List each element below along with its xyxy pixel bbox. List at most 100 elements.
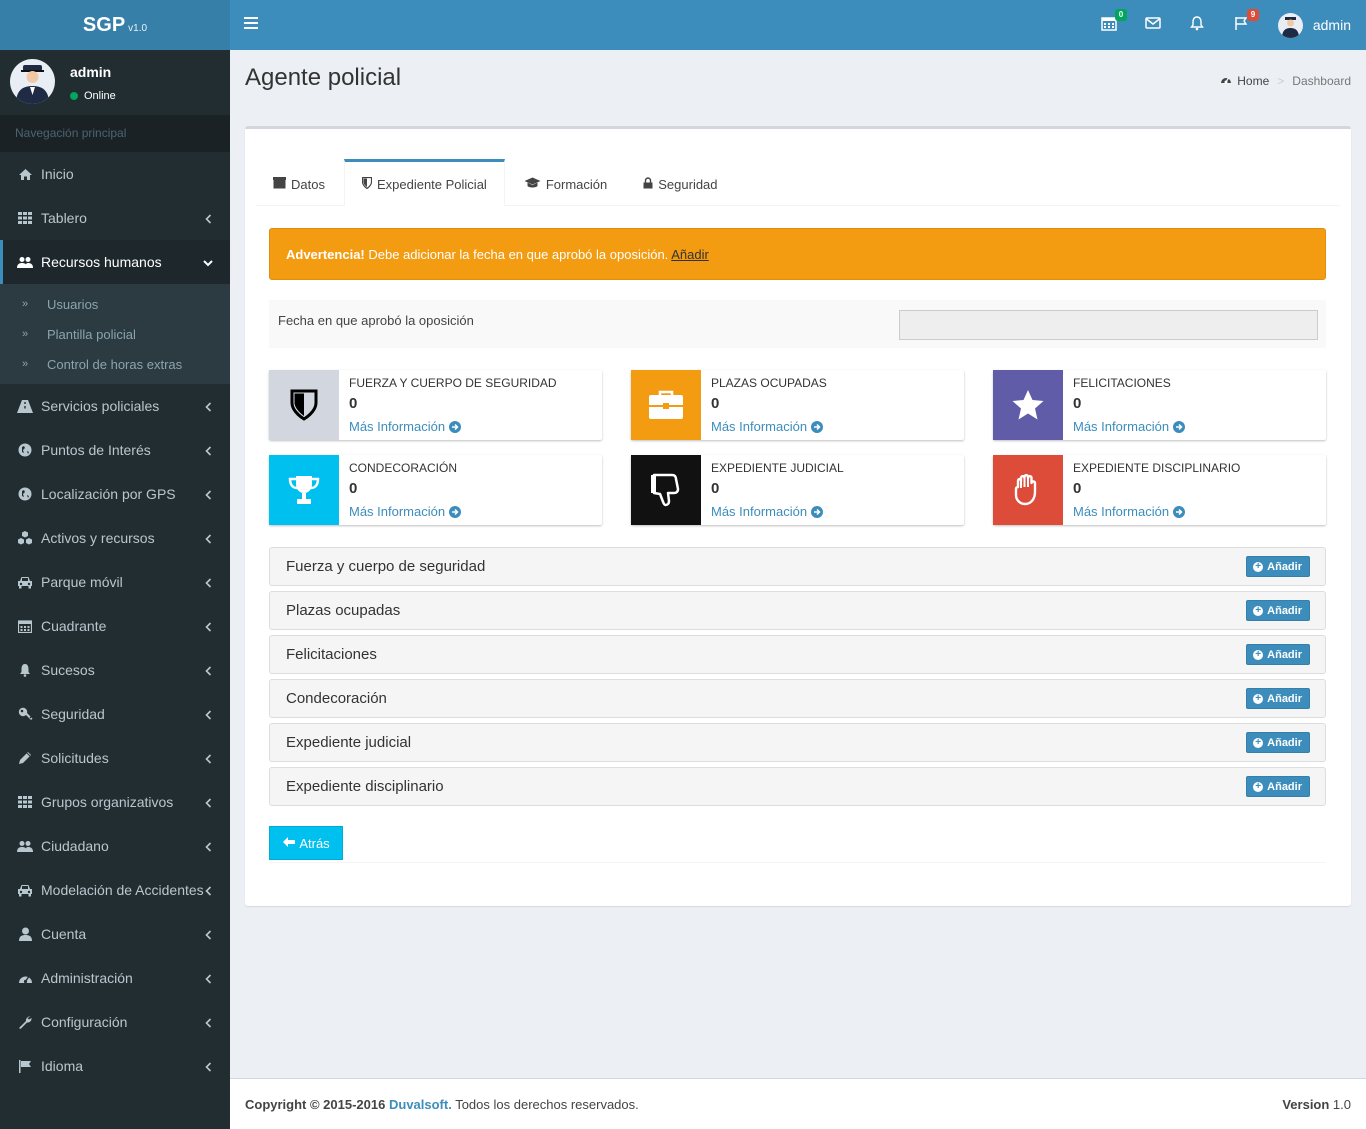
bell-icon[interactable] xyxy=(1189,15,1209,35)
info-box-title: EXPEDIENTE JUDICIAL xyxy=(711,461,844,475)
panel-fuerza-y-cuerpo-de-seguridad[interactable]: Fuerza y cuerpo de seguridad + Añadir xyxy=(269,547,1326,586)
tab-label: Seguridad xyxy=(658,176,718,192)
add-button-label: Añadir xyxy=(1267,780,1302,793)
sidebar-toggle-icon[interactable] xyxy=(244,17,258,33)
id-card-icon xyxy=(273,176,286,192)
company-link[interactable]: Duvalsoft. xyxy=(389,1097,452,1112)
more-info-link[interactable]: Más Información xyxy=(711,504,824,519)
more-info-link[interactable]: Más Información xyxy=(349,504,462,519)
tab-label: Expediente Policial xyxy=(376,176,487,192)
road-icon xyxy=(17,399,33,413)
calendar-icon[interactable]: 0 xyxy=(1101,9,1127,35)
sidebar-item-localizacion-por-gps[interactable]: Localización por GPS xyxy=(0,472,230,516)
users-icon xyxy=(17,255,33,269)
sidebar-item-label: Cuadrante xyxy=(41,618,107,634)
add-button[interactable]: + Añadir xyxy=(1246,776,1310,797)
sidebar-item-seguridad[interactable]: Seguridad xyxy=(0,692,230,736)
plus-circle-icon: + xyxy=(1253,561,1264,572)
sidebar-item-parque-movil[interactable]: Parque móvil xyxy=(0,560,230,604)
sidebar-item-idioma[interactable]: Idioma xyxy=(0,1044,230,1088)
submenu-item-control-de-horas-extras[interactable]: » Control de horas extras xyxy=(0,349,230,379)
app-logo[interactable]: SGP v1.0 xyxy=(0,0,230,50)
arrow-circle-right-icon xyxy=(811,420,824,433)
add-button[interactable]: + Añadir xyxy=(1246,688,1310,709)
sidebar-item-ciudadano[interactable]: Ciudadano xyxy=(0,824,230,868)
sidebar-item-tablero[interactable]: Tablero xyxy=(0,196,230,240)
sidebar-item-servicios-policiales[interactable]: Servicios policiales xyxy=(0,384,230,428)
arrow-circle-right-icon xyxy=(1173,420,1186,433)
more-info-link[interactable]: Más Información xyxy=(1073,419,1186,434)
info-box-title: EXPEDIENTE DISCIPLINARIO xyxy=(1073,461,1241,475)
footer-version: Version 1.0 xyxy=(1282,1097,1351,1112)
chevron-left-icon xyxy=(205,1016,212,1028)
sidebar-item-solicitudes[interactable]: Solicitudes xyxy=(0,736,230,780)
more-info-link[interactable]: Más Información xyxy=(349,419,462,434)
back-button-label: Atrás xyxy=(299,835,330,851)
approval-date-row: Fecha en que aprobó la oposición xyxy=(269,300,1326,348)
add-button[interactable]: + Añadir xyxy=(1246,556,1310,577)
chevron-left-icon xyxy=(205,664,212,676)
panel-condecoracion[interactable]: Condecoración + Añadir xyxy=(269,679,1326,718)
info-box-title: FELICITACIONES xyxy=(1073,376,1171,390)
panel-felicitaciones[interactable]: Felicitaciones + Añadir xyxy=(269,635,1326,674)
more-info-link[interactable]: Más Información xyxy=(711,419,824,434)
more-info-label: Más Información xyxy=(349,504,446,519)
sidebar-item-inicio[interactable]: Inicio xyxy=(0,152,230,196)
flag-icon[interactable]: 9 xyxy=(1233,9,1259,35)
user-icon xyxy=(17,927,33,941)
tab-formacion[interactable]: Formación xyxy=(507,159,624,206)
sidebar-item-label: Ciudadano xyxy=(41,838,109,854)
info-box-title: FUERZA Y CUERPO DE SEGURIDAD xyxy=(349,376,557,390)
breadcrumb-separator: > xyxy=(1277,74,1285,88)
submenu-item-usuarios[interactable]: » Usuarios xyxy=(0,289,230,319)
envelope-icon[interactable] xyxy=(1145,15,1165,35)
tab-datos[interactable]: Datos xyxy=(256,159,342,206)
panel-expediente-disciplinario[interactable]: Expediente disciplinario + Añadir xyxy=(269,767,1326,806)
approval-date-field[interactable] xyxy=(899,310,1318,340)
add-button[interactable]: + Añadir xyxy=(1246,644,1310,665)
sidebar-item-administracion[interactable]: Administración xyxy=(0,956,230,1000)
home-icon xyxy=(17,167,33,181)
back-button[interactable]: Atrás xyxy=(269,826,343,860)
grid-icon xyxy=(17,795,33,809)
chevron-left-icon xyxy=(205,752,212,764)
tab-seguridad[interactable]: Seguridad xyxy=(626,159,734,206)
alert-text: Debe adicionar la fecha en que aprobó la… xyxy=(364,247,672,262)
avatar xyxy=(10,59,55,104)
breadcrumb-home[interactable]: Home xyxy=(1237,74,1269,88)
chevron-left-icon xyxy=(205,400,212,412)
user-menu[interactable]: admin xyxy=(1277,12,1351,38)
tab-expediente-policial[interactable]: Expediente Policial xyxy=(343,159,505,206)
sidebar-item-cuenta[interactable]: Cuenta xyxy=(0,912,230,956)
plus-circle-icon: + xyxy=(1253,693,1264,704)
sidebar-item-sucesos[interactable]: Sucesos xyxy=(0,648,230,692)
sidebar-item-recursos-humanos[interactable]: Recursos humanos xyxy=(0,240,230,284)
arrow-circle-right-icon xyxy=(449,420,462,433)
sidebar-item-configuracion[interactable]: Configuración xyxy=(0,1000,230,1044)
sidebar-item-activos-y-recursos[interactable]: Activos y recursos xyxy=(0,516,230,560)
add-button[interactable]: + Añadir xyxy=(1246,600,1310,621)
navbar-username: admin xyxy=(1312,17,1351,33)
sidebar-item-cuadrante[interactable]: Cuadrante xyxy=(0,604,230,648)
panel-plazas-ocupadas[interactable]: Plazas ocupadas + Añadir xyxy=(269,591,1326,630)
alert-add-link[interactable]: Añadir xyxy=(671,247,709,262)
add-button-label: Añadir xyxy=(1267,560,1302,573)
submenu-item-plantilla-policial[interactable]: » Plantilla policial xyxy=(0,319,230,349)
panel-expediente-judicial[interactable]: Expediente judicial + Añadir xyxy=(269,723,1326,762)
sidebar: admin Online Navegación principal Inicio… xyxy=(0,50,230,1129)
chevron-left-icon xyxy=(205,928,212,940)
chevron-left-icon xyxy=(205,708,212,720)
sidebar-item-puntos-de-interes[interactable]: Puntos de Interés xyxy=(0,428,230,472)
sidebar-item-label: Puntos de Interés xyxy=(41,442,151,458)
more-info-link[interactable]: Más Información xyxy=(1073,504,1186,519)
sidebar-item-grupos-organizativos[interactable]: Grupos organizativos xyxy=(0,780,230,824)
globe-icon xyxy=(17,443,33,457)
add-button[interactable]: + Añadir xyxy=(1246,732,1310,753)
plus-circle-icon: + xyxy=(1253,737,1264,748)
chevron-left-icon xyxy=(205,444,212,456)
sidebar-item-modelacion-de-accidentes[interactable]: Modelación de Accidentes xyxy=(0,868,230,912)
info-box-number: 0 xyxy=(711,480,720,497)
dashboard-icon xyxy=(17,971,33,985)
warning-alert: Advertencia! Debe adicionar la fecha en … xyxy=(269,228,1326,280)
more-info-label: Más Información xyxy=(711,504,808,519)
